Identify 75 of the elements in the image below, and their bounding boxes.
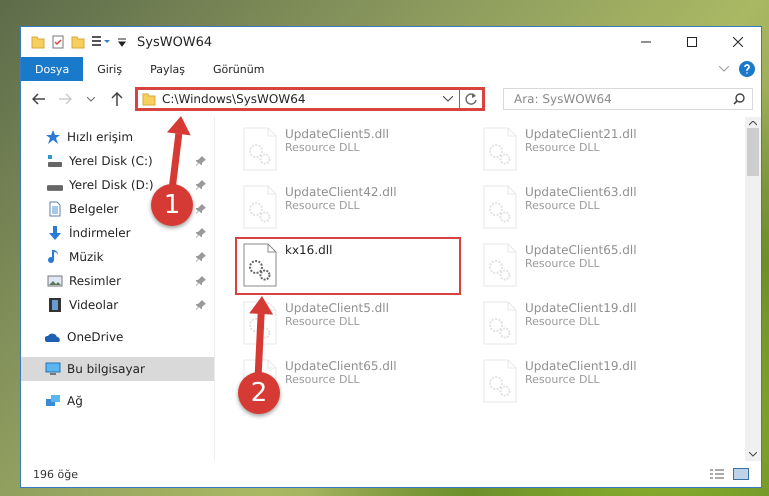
settings-file-icon [483,359,517,403]
file-type: Resource DLL [525,373,601,386]
settings-file-icon [483,301,517,345]
minimize-icon[interactable] [641,41,651,43]
highlighted-file-item[interactable]: kx16.dll [235,237,461,295]
sidebar-item[interactable]: Yerel Disk (C:) [69,154,153,168]
monitor-icon [45,361,61,377]
sidebar-item[interactable]: Müzik [69,250,104,264]
dropdown-icon[interactable] [117,37,127,47]
settings-file-icon [483,243,517,287]
sidebar-item[interactable]: Bu bilgisayar [67,362,145,376]
file-type: Resource DLL [285,373,361,386]
checklist-icon[interactable] [51,35,65,49]
scroll-up-icon[interactable] [749,121,757,126]
pin-icon [196,204,206,214]
address-bar[interactable]: C:\Windows\SysWOW64 [135,87,485,111]
pin-icon [196,300,206,310]
settings-file-icon [243,127,277,171]
file-type: Resource DLL [525,141,601,154]
maximize-icon[interactable] [687,37,697,47]
vertical-scrollbar[interactable] [745,117,761,461]
pin-icon [196,252,206,262]
pin-icon [196,156,206,166]
settings-file-icon [243,185,277,229]
film-icon [47,297,63,313]
settings-file-icon [483,185,517,229]
sidebar-item[interactable]: OneDrive [67,330,124,344]
selected-sidebar-row[interactable]: Bu bilgisayar [21,357,214,381]
search-icon [733,93,745,105]
folder-icon [142,92,156,106]
download-arrow-icon [47,225,63,241]
star-icon [45,129,61,145]
file-type: Resource DLL [525,257,601,270]
properties-icon[interactable] [91,35,111,49]
scroll-down-icon[interactable] [749,452,757,457]
sidebar-item[interactable]: Hızlı erişim [67,130,134,144]
settings-file-icon [243,243,277,287]
picture-icon [47,273,63,289]
sidebar-item[interactable]: Yerel Disk (D:) [69,178,154,192]
ribbon-tab[interactable]: Dosya [21,57,84,81]
file-type: Resource DLL [285,141,361,154]
file-type: Resource DLL [285,199,361,212]
details-view-icon[interactable] [709,468,725,480]
network-icon [45,393,61,409]
window-title: SysWOW64 [137,34,212,50]
pin-icon [196,180,206,190]
item-count: 196 öğe [33,468,79,480]
up-arrow-icon[interactable] [111,92,123,106]
drive-icon [47,185,63,191]
sidebar-item[interactable]: Belgeler [69,202,119,216]
document-icon [47,201,63,217]
file-type: Resource DLL [525,315,601,328]
pin-icon [196,276,206,286]
ribbon-tab[interactable]: Paylaş [136,57,199,81]
drive-icon [47,153,63,169]
search-field[interactable]: Ara: SysWOW64 [503,88,753,110]
large-icons-view-icon[interactable] [733,468,749,480]
pin-icon [196,228,206,238]
file-name[interactable]: kx16.dll [285,243,332,257]
ribbon-tab[interactable]: Giriş [83,57,136,81]
chevron-down-icon[interactable] [443,96,453,102]
sidebar-item[interactable]: Resimler [69,274,122,288]
sidebar-item[interactable]: Videolar [69,298,118,312]
file-type: Resource DLL [525,199,601,212]
close-icon[interactable] [733,37,743,47]
ribbon-tab[interactable]: Görünüm [199,57,278,81]
settings-file-icon [483,127,517,171]
sidebar-item[interactable]: Ağ [67,394,83,408]
chevron-down-icon[interactable] [87,96,95,102]
help-icon[interactable] [739,61,755,77]
scrollbar-thumb[interactable] [747,128,759,176]
back-arrow-icon[interactable] [32,93,46,105]
sidebar-item[interactable]: İndirmeler [69,226,131,240]
refresh-icon[interactable] [464,92,478,106]
file-type: Resource DLL [285,315,361,328]
